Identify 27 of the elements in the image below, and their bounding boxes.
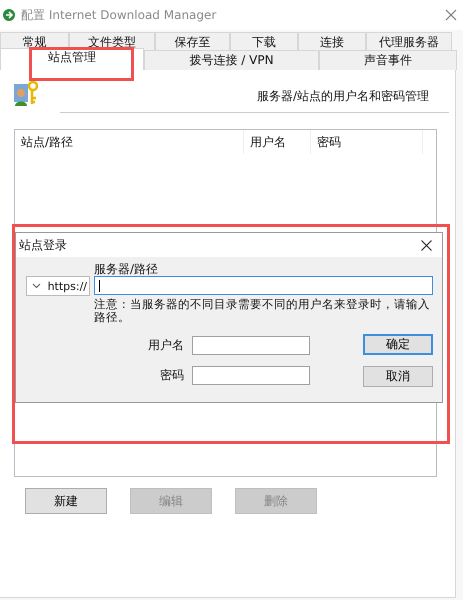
path-input[interactable]: [94, 276, 433, 295]
tab[interactable]: 保存至: [155, 32, 230, 50]
protocol-dropdown[interactable]: https://: [26, 276, 90, 296]
tab[interactable]: 拨号连接 / VPN: [144, 50, 319, 70]
dialog-button[interactable]: 确定: [363, 334, 433, 355]
window-title: 配置 Internet Download Manager: [21, 6, 218, 24]
tab[interactable]: 代理服务器: [366, 32, 452, 50]
password-input[interactable]: [192, 366, 310, 386]
dialog-title: 站点登录: [19, 236, 67, 254]
column-header[interactable]: 用户名: [244, 130, 311, 154]
field-label: 服务器/路径: [94, 261, 160, 276]
tab[interactable]: 下载: [230, 32, 298, 50]
tab[interactable]: 站点管理: [0, 48, 144, 70]
tab[interactable]: 声音事件: [319, 50, 457, 70]
action-button[interactable]: 新建: [25, 488, 107, 514]
note-text: 注意：当服务器的不同目录需要不同的用户名来登录时，请输入路径。: [94, 298, 431, 324]
close-icon[interactable]: [421, 240, 432, 250]
username-input[interactable]: [192, 336, 310, 355]
section-title: 服务器/站点的用户名和密码管理: [256, 88, 429, 104]
user-key-icon: [12, 80, 40, 108]
field-label: 密码: [159, 367, 184, 384]
column-header[interactable]: 站点/路径: [15, 130, 244, 154]
column-header[interactable]: 密码: [311, 130, 423, 154]
tab[interactable]: 连接: [298, 32, 366, 50]
chevron-down-icon: [32, 283, 41, 289]
field-label: 用户名: [147, 336, 184, 354]
dialog-button[interactable]: 取消: [363, 366, 433, 387]
